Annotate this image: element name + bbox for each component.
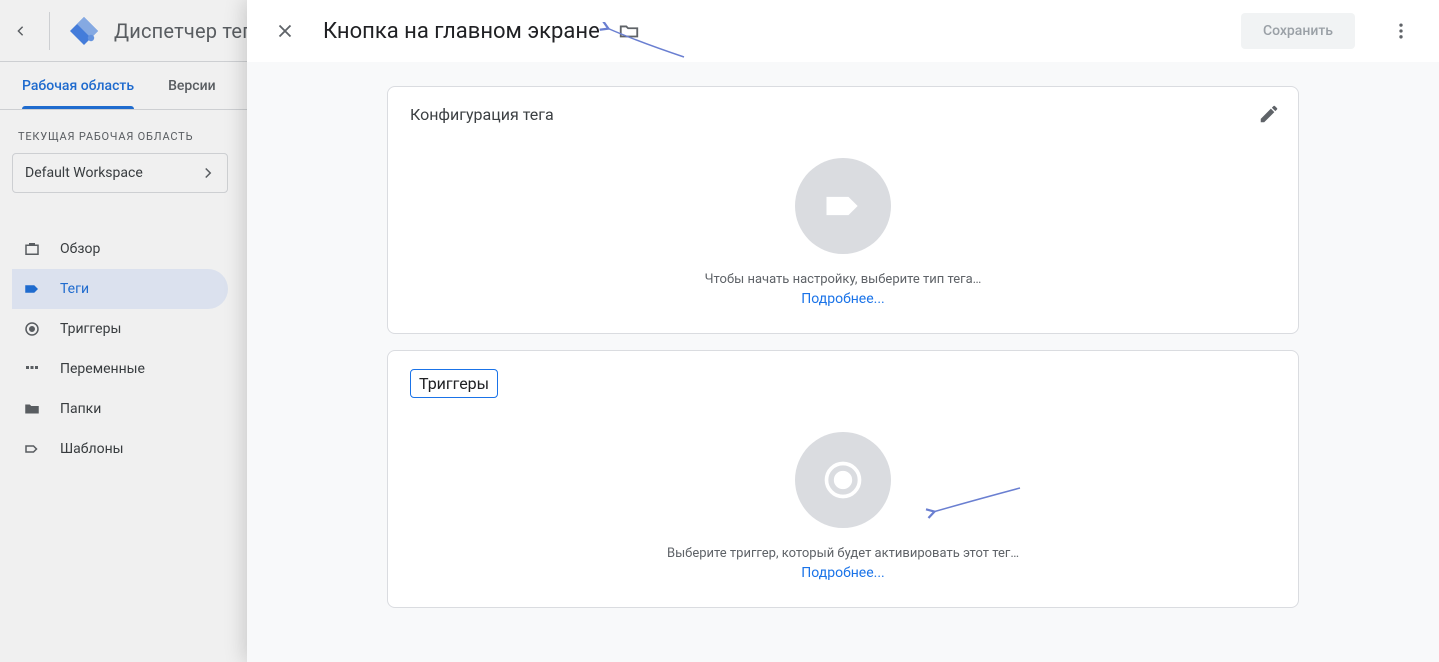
card-heading: Триггеры [410,369,498,398]
tag-name-input[interactable]: Кнопка на главном экране [323,19,600,44]
save-button[interactable]: Сохранить [1241,13,1355,49]
tag-editor-panel: Кнопка на главном экране Сохранить Конфи… [247,0,1439,662]
tag-configuration-card[interactable]: Конфигурация тега Чтобы начать настройку… [387,86,1299,334]
folder-outline-icon[interactable] [618,20,640,42]
empty-text: Выберите триггер, который будет активиро… [410,546,1276,561]
trigger-placeholder-icon [795,432,891,528]
learn-more-link[interactable]: Подробнее... [410,291,1276,307]
close-button[interactable] [265,11,305,51]
tag-type-placeholder-icon [795,158,891,254]
edit-icon[interactable] [1258,103,1280,129]
empty-text: Чтобы начать настройку, выберите тип тег… [410,272,1276,287]
more-menu-button[interactable] [1381,11,1421,51]
triggers-card[interactable]: Триггеры Выберите триггер, который будет… [387,350,1299,608]
card-heading: Конфигурация тега [410,105,1276,124]
learn-more-link[interactable]: Подробнее... [410,565,1276,581]
